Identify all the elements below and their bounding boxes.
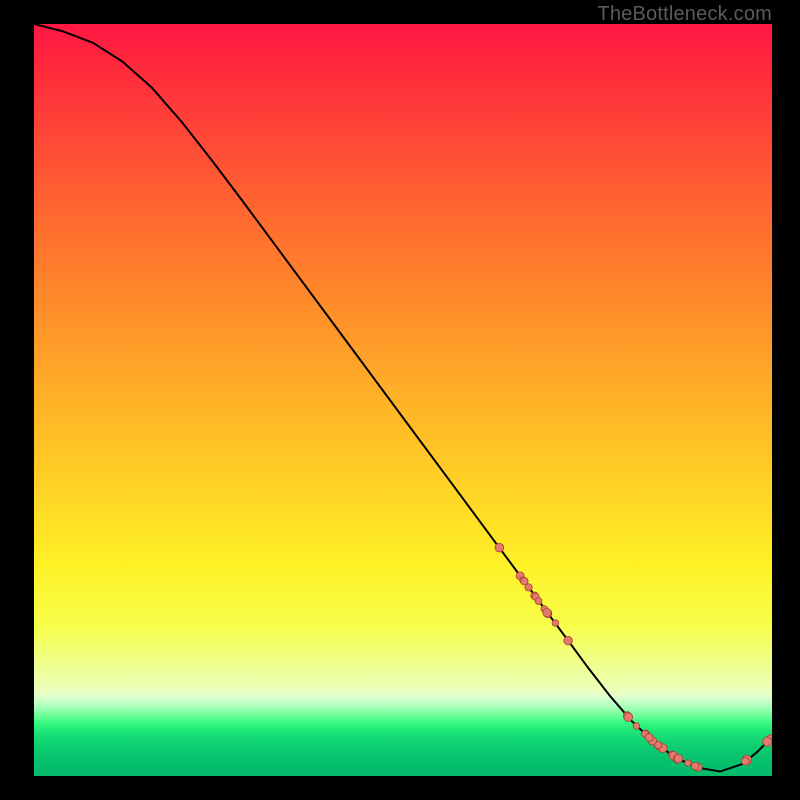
bottleneck-curve [34,24,772,771]
chart-frame: TheBottleneck.com [0,0,800,800]
plot-area [34,24,772,776]
watermark-text: TheBottleneck.com [597,3,772,26]
chart-svg [34,24,772,776]
data-markers [495,543,772,771]
